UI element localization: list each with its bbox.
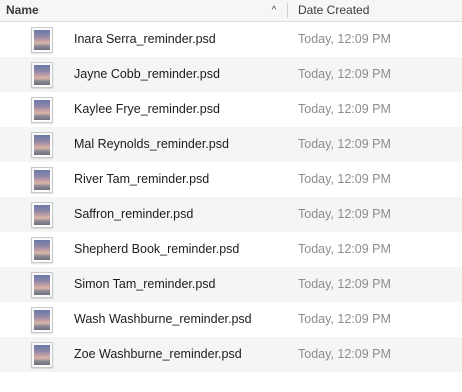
file-row[interactable]: Simon Tam_reminder.psd Today, 12:09 PM <box>0 267 462 302</box>
psd-file-icon[interactable] <box>31 27 53 53</box>
file-name[interactable]: Jayne Cobb_reminder.psd <box>74 57 220 92</box>
file-thumbnail <box>34 275 50 295</box>
file-date-created: Today, 12:09 PM <box>298 347 391 361</box>
file-list: Inara Serra_reminder.psd Today, 12:09 PM J… <box>0 22 462 372</box>
file-thumbnail <box>34 240 50 260</box>
column-header-name[interactable]: Name <box>0 0 287 21</box>
file-row[interactable]: Shepherd Book_reminder.psd Today, 12:09 P… <box>0 232 462 267</box>
file-name[interactable]: Inara Serra_reminder.psd <box>74 22 216 57</box>
column-header-bar: Name ^ Date Created <box>0 0 462 22</box>
file-thumbnail <box>34 100 50 120</box>
psd-file-icon[interactable] <box>31 237 53 263</box>
file-row[interactable]: Inara Serra_reminder.psd Today, 12:09 PM <box>0 22 462 57</box>
file-row[interactable]: Wash Washburne_reminder.psd Today, 12:09 … <box>0 302 462 337</box>
file-date-created: Today, 12:09 PM <box>298 137 391 151</box>
file-date-created: Today, 12:09 PM <box>298 32 391 46</box>
file-name[interactable]: Shepherd Book_reminder.psd <box>74 232 239 267</box>
file-row[interactable]: Mal Reynolds_reminder.psd Today, 12:09 PM <box>0 127 462 162</box>
file-thumbnail <box>34 135 50 155</box>
psd-file-icon[interactable] <box>31 272 53 298</box>
psd-file-icon[interactable] <box>31 97 53 123</box>
column-header-name-label: Name <box>6 3 39 17</box>
file-date-created: Today, 12:09 PM <box>298 312 391 326</box>
file-name[interactable]: Mal Reynolds_reminder.psd <box>74 127 229 162</box>
file-name[interactable]: Kaylee Frye_reminder.psd <box>74 92 220 127</box>
file-row[interactable]: Kaylee Frye_reminder.psd Today, 12:09 PM <box>0 92 462 127</box>
file-thumbnail <box>34 310 50 330</box>
file-name[interactable]: Saffron_reminder.psd <box>74 197 193 232</box>
file-name[interactable]: Wash Washburne_reminder.psd <box>74 302 252 337</box>
file-name[interactable]: Zoe Washburne_reminder.psd <box>74 337 242 372</box>
psd-file-icon[interactable] <box>31 62 53 88</box>
file-date-created: Today, 12:09 PM <box>298 172 391 186</box>
file-name[interactable]: Simon Tam_reminder.psd <box>74 267 216 302</box>
column-header-date-created[interactable]: Date Created <box>288 0 462 21</box>
file-row[interactable]: Zoe Washburne_reminder.psd Today, 12:09 P… <box>0 337 462 372</box>
file-row[interactable]: Saffron_reminder.psd Today, 12:09 PM <box>0 197 462 232</box>
file-thumbnail <box>34 170 50 190</box>
finder-list-view: Name ^ Date Created Inara Serra_reminder… <box>0 0 462 392</box>
chevron-up-icon[interactable]: ^ <box>267 0 281 21</box>
file-row[interactable]: Jayne Cobb_reminder.psd Today, 12:09 PM <box>0 57 462 92</box>
psd-file-icon[interactable] <box>31 342 53 368</box>
file-name[interactable]: River Tam_reminder.psd <box>74 162 209 197</box>
file-row[interactable]: River Tam_reminder.psd Today, 12:09 PM <box>0 162 462 197</box>
file-date-created: Today, 12:09 PM <box>298 102 391 116</box>
file-thumbnail <box>34 205 50 225</box>
psd-file-icon[interactable] <box>31 202 53 228</box>
file-date-created: Today, 12:09 PM <box>298 277 391 291</box>
column-header-date-created-label: Date Created <box>298 3 370 17</box>
file-thumbnail <box>34 30 50 50</box>
file-thumbnail <box>34 65 50 85</box>
psd-file-icon[interactable] <box>31 132 53 158</box>
psd-file-icon[interactable] <box>31 167 53 193</box>
psd-file-icon[interactable] <box>31 307 53 333</box>
file-date-created: Today, 12:09 PM <box>298 207 391 221</box>
file-date-created: Today, 12:09 PM <box>298 67 391 81</box>
file-date-created: Today, 12:09 PM <box>298 242 391 256</box>
file-thumbnail <box>34 345 50 365</box>
